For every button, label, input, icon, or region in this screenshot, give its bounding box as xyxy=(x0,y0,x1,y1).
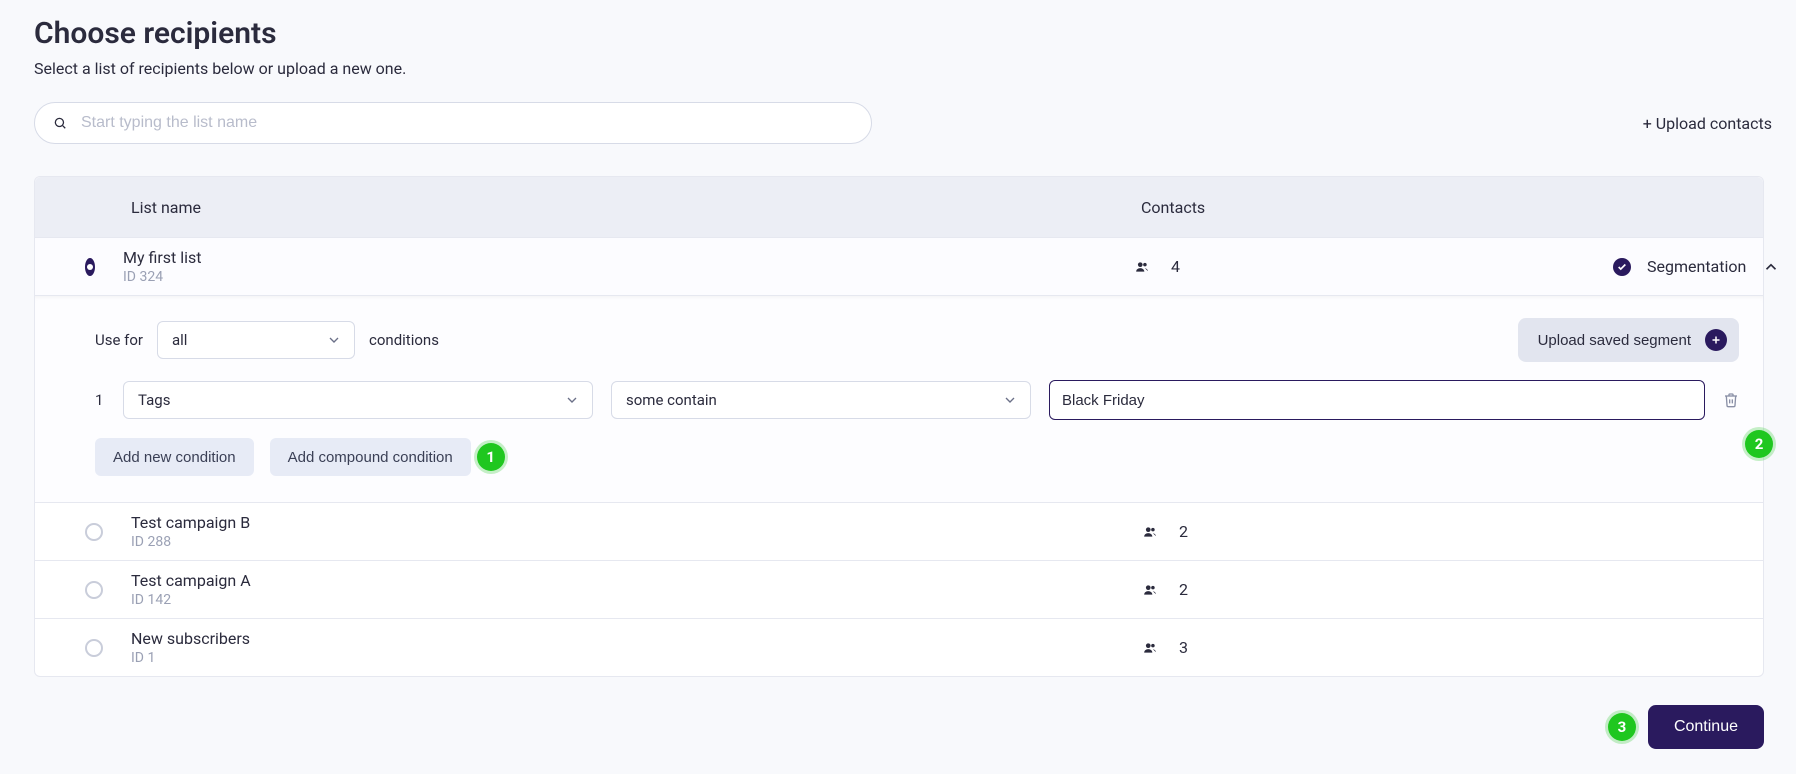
upload-saved-segment-button[interactable]: Upload saved segment xyxy=(1518,318,1739,362)
chevron-down-icon xyxy=(326,332,342,348)
segmentation-label: Segmentation xyxy=(1647,257,1746,276)
list-name: My first list xyxy=(123,248,1133,267)
list-radio[interactable] xyxy=(85,523,103,541)
list-id: ID 324 xyxy=(123,269,1133,285)
contacts-count: 2 xyxy=(1179,580,1188,599)
condition-operator-value: some contain xyxy=(626,391,717,409)
list-row[interactable]: New subscribers ID 1 3 xyxy=(35,618,1763,676)
search-input[interactable] xyxy=(81,114,853,132)
list-radio[interactable] xyxy=(85,639,103,657)
page-subtitle: Select a list of recipients below or upl… xyxy=(34,59,1764,78)
column-header-contacts: Contacts xyxy=(1141,198,1621,217)
contacts-count: 4 xyxy=(1171,257,1180,276)
contacts-count: 3 xyxy=(1179,638,1188,657)
contacts-count: 2 xyxy=(1179,522,1188,541)
list-row[interactable]: Test campaign A ID 142 2 xyxy=(35,560,1763,618)
segmentation-panel: Use for all conditions Upload saved segm… xyxy=(35,295,1763,502)
search-wrap xyxy=(34,102,872,144)
trash-icon[interactable] xyxy=(1723,391,1739,409)
list-radio[interactable] xyxy=(85,581,103,599)
contacts-icon xyxy=(1141,583,1159,597)
search-icon xyxy=(53,116,67,130)
step-badge-1: 1 xyxy=(477,443,505,471)
chevron-up-icon[interactable] xyxy=(1762,258,1780,276)
use-for-label: Use for xyxy=(95,331,143,349)
add-compound-condition-button[interactable]: Add compound condition xyxy=(270,438,471,476)
list-name: New subscribers xyxy=(131,629,1141,648)
upload-contacts-link[interactable]: + Upload contacts xyxy=(1643,114,1772,133)
chevron-down-icon xyxy=(1002,392,1018,408)
conditions-label: conditions xyxy=(369,331,439,349)
contacts-icon xyxy=(1141,525,1159,539)
list-name: Test campaign B xyxy=(131,513,1141,532)
page-title: Choose recipients xyxy=(34,16,1764,51)
condition-field-select[interactable]: Tags xyxy=(123,381,593,419)
list-row[interactable]: Test campaign B ID 288 2 xyxy=(35,502,1763,560)
condition-row: 1 Tags some contain xyxy=(95,380,1739,420)
continue-button[interactable]: Continue xyxy=(1648,705,1764,749)
plus-circle-icon xyxy=(1705,329,1727,351)
table-header: List name Contacts xyxy=(35,177,1763,237)
add-condition-button[interactable]: Add new condition xyxy=(95,438,254,476)
contacts-icon xyxy=(1141,641,1159,655)
list-id: ID 288 xyxy=(131,534,1141,550)
lists-table: List name Contacts My first list ID 324 … xyxy=(34,176,1764,677)
list-radio[interactable] xyxy=(85,258,95,276)
condition-index: 1 xyxy=(95,391,105,409)
condition-operator-select[interactable]: some contain xyxy=(611,381,1031,419)
step-badge-2: 2 xyxy=(1745,430,1773,458)
match-select[interactable]: all xyxy=(157,321,355,359)
condition-value-input[interactable] xyxy=(1049,380,1705,420)
contacts-icon xyxy=(1133,260,1151,274)
list-row[interactable]: My first list ID 324 4 Segmentation xyxy=(35,237,1763,295)
upload-saved-segment-label: Upload saved segment xyxy=(1538,332,1691,349)
list-name: Test campaign A xyxy=(131,571,1141,590)
match-select-value: all xyxy=(172,331,187,349)
column-header-name: List name xyxy=(131,198,1141,217)
step-badge-3: 3 xyxy=(1608,713,1636,741)
check-circle-icon xyxy=(1613,258,1631,276)
list-id: ID 1 xyxy=(131,650,1141,666)
list-id: ID 142 xyxy=(131,592,1141,608)
condition-field-value: Tags xyxy=(138,391,170,409)
chevron-down-icon xyxy=(564,392,580,408)
